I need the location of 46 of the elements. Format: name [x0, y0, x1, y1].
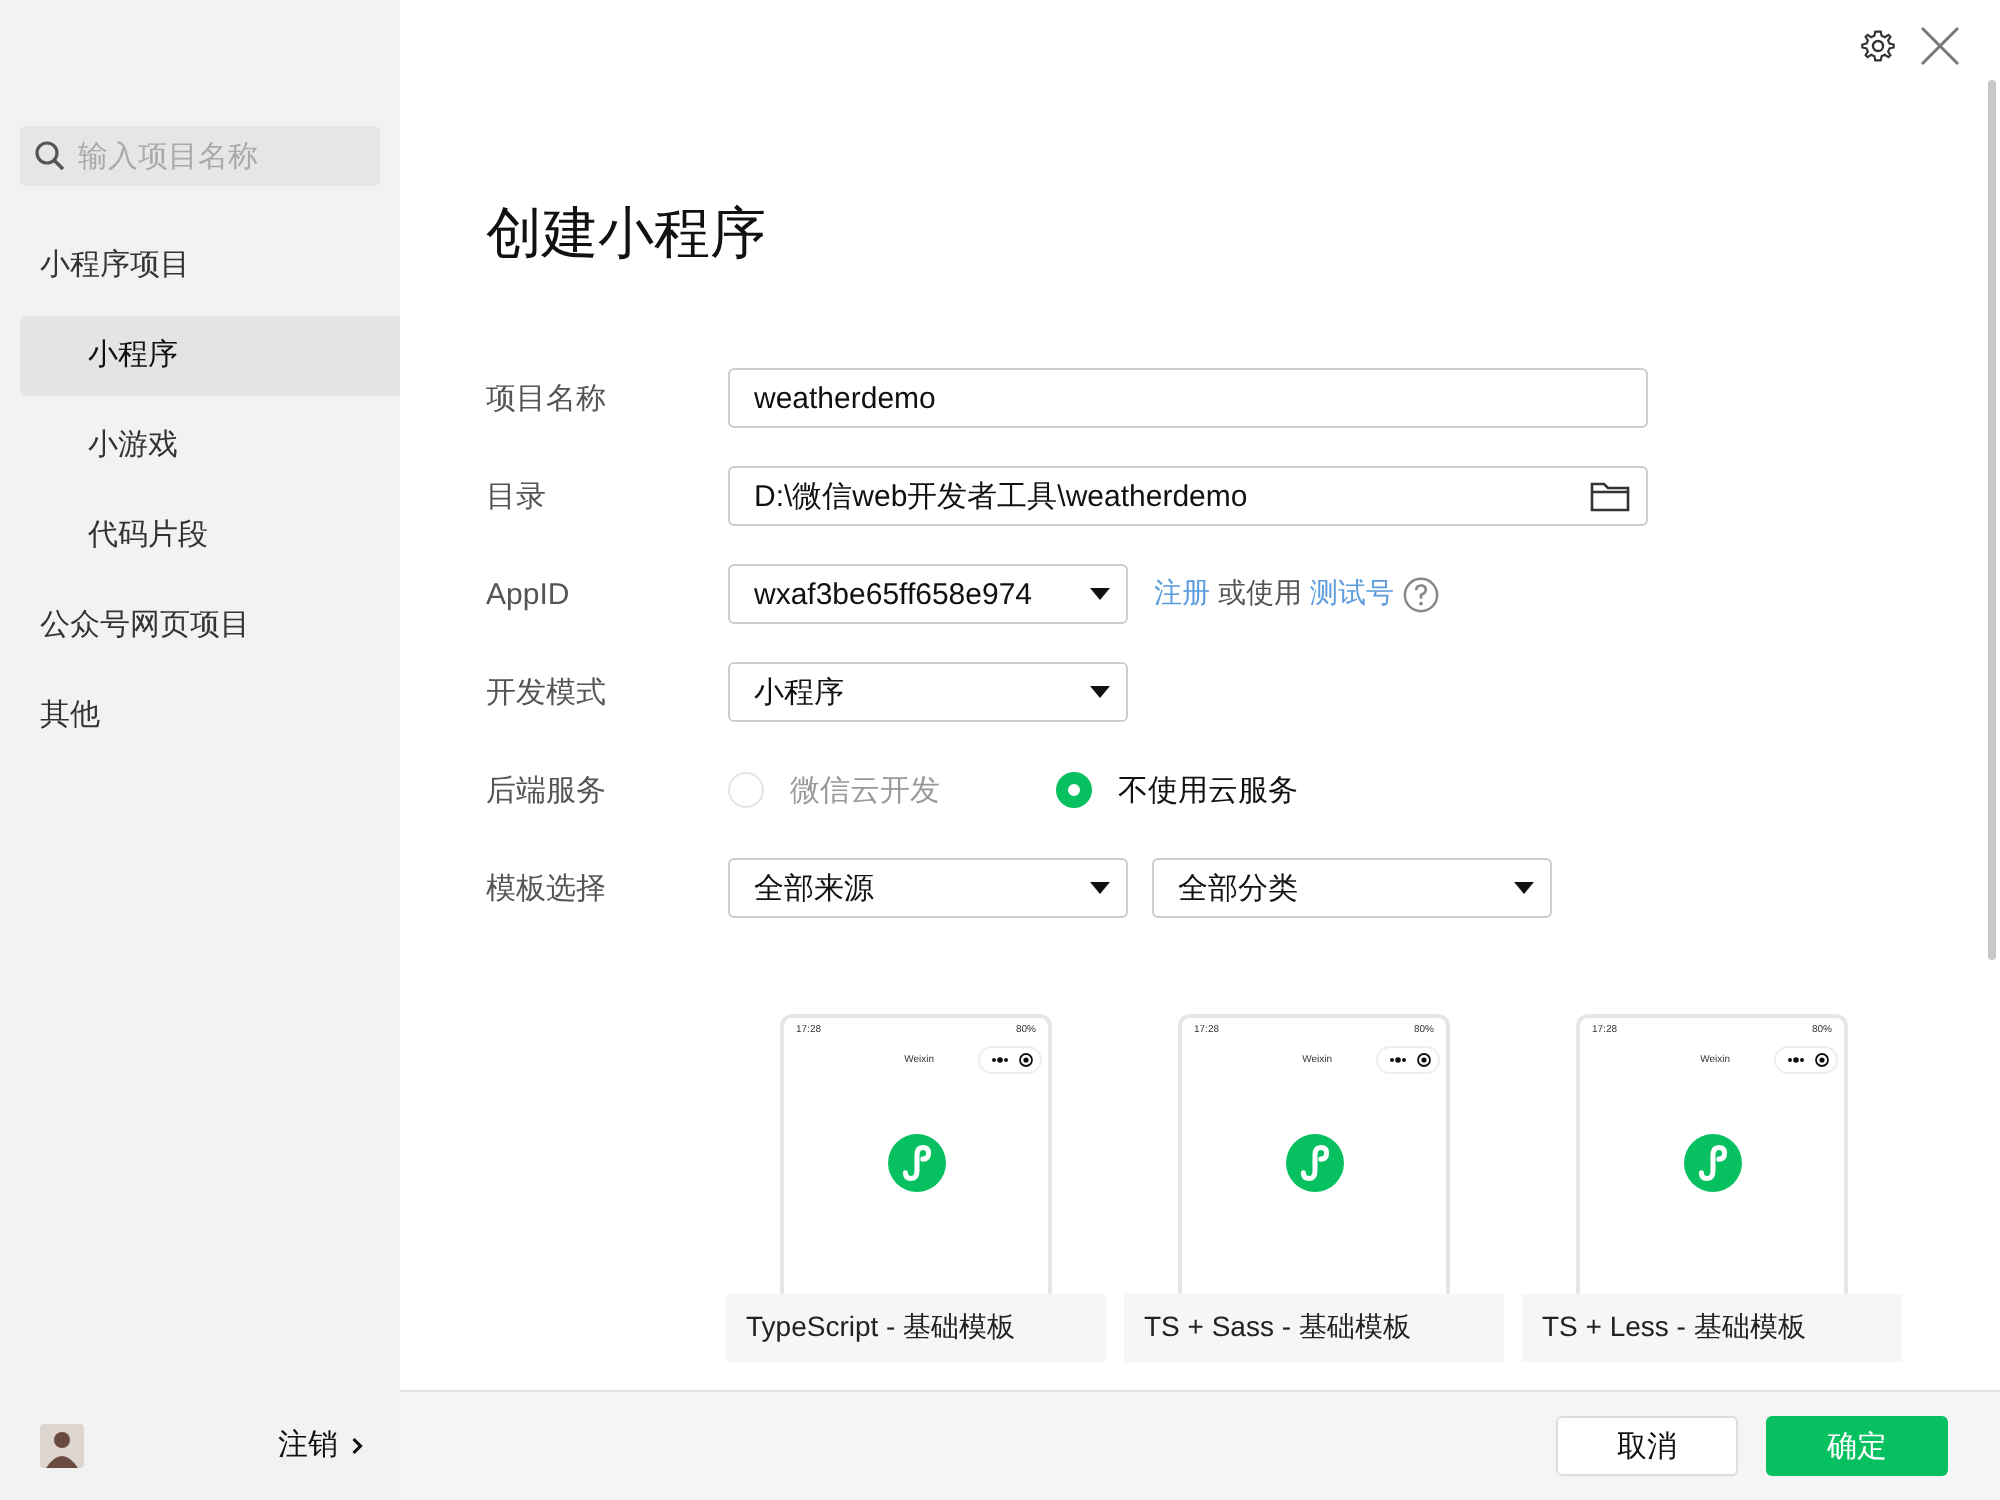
field-label: 开发模式 [486, 673, 608, 711]
capsule-icon [1774, 1046, 1838, 1074]
capsule-icon [978, 1046, 1042, 1074]
sidebar-item[interactable]: 其他 [20, 676, 380, 756]
dropdown[interactable]: wxaf3be65ff658e974 [728, 564, 1128, 624]
capsule-icon [1376, 1046, 1440, 1074]
folder-icon[interactable] [1590, 480, 1630, 512]
chevron-icon [350, 1435, 364, 1455]
hint-text: 或使用 [1218, 576, 1302, 612]
field-label: 后端服务 [486, 771, 608, 809]
dropdown[interactable]: 小程序 [728, 662, 1128, 722]
radio-label: 微信云开发 [790, 771, 940, 809]
input-field[interactable]: D:\微信web开发者工具\weatherdemo [728, 466, 1648, 526]
sidebar-item[interactable]: 小游戏 [20, 406, 380, 486]
cancel-button[interactable]: 取消 [1556, 1416, 1738, 1476]
settings-icon[interactable] [1860, 28, 1896, 64]
caret-icon [1090, 686, 1110, 698]
sidebar-item[interactable]: 公众号网页项目 [20, 586, 380, 666]
caret-icon [1514, 882, 1534, 894]
close-icon[interactable] [1920, 26, 1960, 66]
mini-program-logo-icon [887, 1134, 945, 1192]
field-label: 项目名称 [486, 379, 608, 417]
search-field[interactable]: 输入项目名称 [20, 126, 380, 186]
radio-button[interactable] [1056, 772, 1092, 808]
dropdown[interactable]: 全部分类 [1152, 858, 1552, 918]
caret-icon [1090, 882, 1110, 894]
sidebar-item[interactable]: 小程序项目 [20, 226, 380, 306]
template-title: TS + Sass - 基础模板 [1142, 1308, 1413, 1346]
input-field[interactable]: weatherdemo [728, 368, 1648, 428]
mini-program-logo-icon [1683, 1134, 1741, 1192]
field-label: 目录 [486, 477, 548, 515]
field-label: AppID [486, 577, 572, 611]
logout-button[interactable]: 注销 [278, 1426, 364, 1464]
radio-label: 不使用云服务 [1118, 771, 1298, 809]
sidebar-item[interactable]: 小程序 [20, 316, 400, 396]
template-title: TS + Less - 基础模板 [1540, 1308, 1808, 1346]
mini-program-logo-icon [1285, 1134, 1343, 1192]
field-label: 模板选择 [486, 869, 608, 907]
template-title: TypeScript - 基础模板 [744, 1308, 1018, 1346]
sidebar-item[interactable]: 代码片段 [20, 496, 380, 576]
scrollbar[interactable] [1988, 80, 1996, 960]
avatar-icon[interactable] [40, 1423, 84, 1467]
caret-icon [1090, 588, 1110, 600]
help-icon[interactable] [1402, 575, 1440, 613]
dropdown[interactable]: 全部来源 [728, 858, 1128, 918]
page-title: 创建小程序 [486, 200, 768, 268]
